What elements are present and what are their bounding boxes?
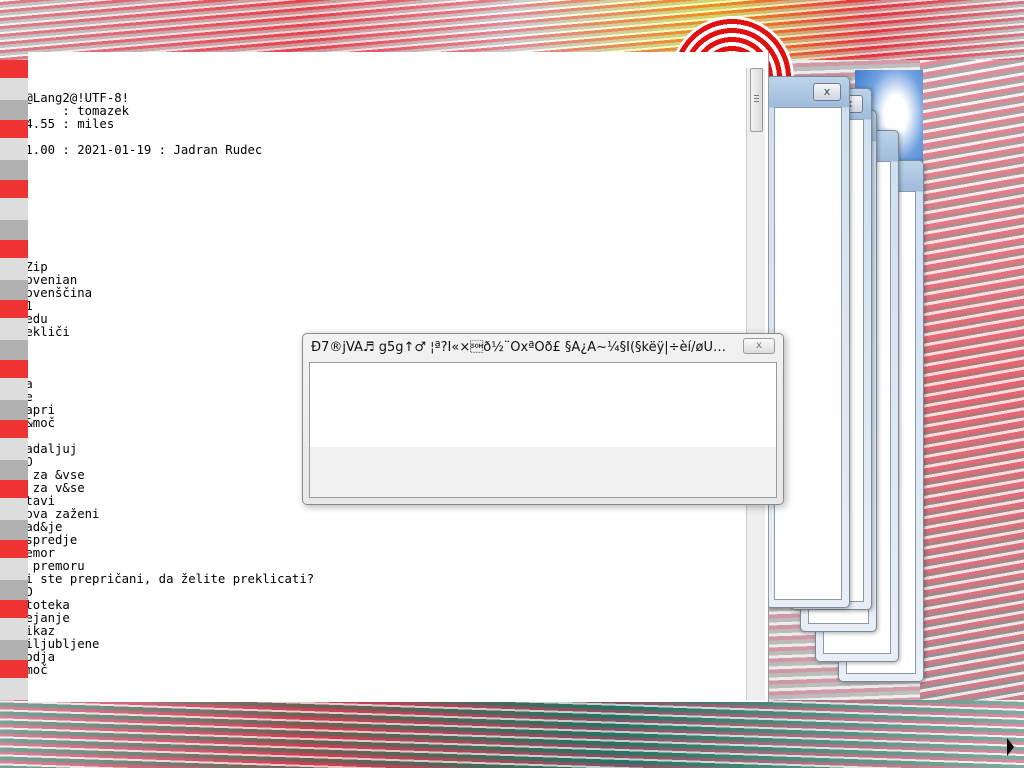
text-line <box>28 209 750 222</box>
text-line: rejanje <box>28 611 70 625</box>
text-line <box>28 157 750 170</box>
text-line: remor <box>28 546 56 560</box>
glitch-background-top <box>0 0 1024 60</box>
text-line: omoč <box>28 663 48 677</box>
text-line: zad&je <box>28 520 63 534</box>
glitch-background-left <box>0 60 28 700</box>
dialog-title: Ð7®jVÀ♬ g5g↑♂ ¦ª?I«×ð½¨OxªÓð£ §Á¿Ã~¼§I(… <box>311 340 736 355</box>
text-line: : tomazek <box>28 104 130 118</box>
glitch-background-right <box>920 60 1024 700</box>
dialog-body <box>309 362 777 498</box>
mouse-cursor-icon <box>1007 738 1014 756</box>
text-line <box>28 183 750 196</box>
text-line: !@Lang2@!UTF-8! <box>28 92 130 105</box>
text-line <box>28 170 750 183</box>
text-line: atoteka <box>28 598 70 612</box>
text-line <box>28 196 750 209</box>
text-line: OO <box>28 585 33 599</box>
error-dialog[interactable]: Ð7®jVÀ♬ g5g↑♂ ¦ª?I«×ð½¨OxªÓð£ §Á¿Ã~¼§I(… <box>302 333 784 505</box>
text-line: li ste prepričani, da želite preklicati? <box>28 572 315 586</box>
text-line: 4.55 : miles <box>28 117 115 131</box>
text-line: nova zaženi <box>28 507 100 521</box>
text-line: rodja <box>28 650 56 664</box>
background-window-content <box>774 107 842 600</box>
close-icon[interactable]: x <box>743 338 775 354</box>
text-line: lovenščina <box>28 286 93 300</box>
scrollbar-thumb[interactable] <box>750 68 763 132</box>
text-line: lovenian <box>28 273 78 287</box>
text-line: ospredje <box>28 533 78 547</box>
text-line: riljubljene <box>28 637 100 651</box>
glitch-background-bottom <box>0 700 1024 768</box>
text-line: redu <box>28 312 48 326</box>
text-line <box>28 235 750 248</box>
text-line <box>28 248 750 261</box>
close-icon[interactable]: x <box>813 83 841 101</box>
dialog-footer <box>310 447 776 497</box>
text-line: rikaz <box>28 624 56 638</box>
text-line: 21.00 : 2021-01-19 : Jadran Rudec <box>28 143 263 157</box>
text-line: 01 <box>28 299 33 313</box>
text-line <box>28 222 750 235</box>
text-line: -Zip <box>28 260 48 274</box>
